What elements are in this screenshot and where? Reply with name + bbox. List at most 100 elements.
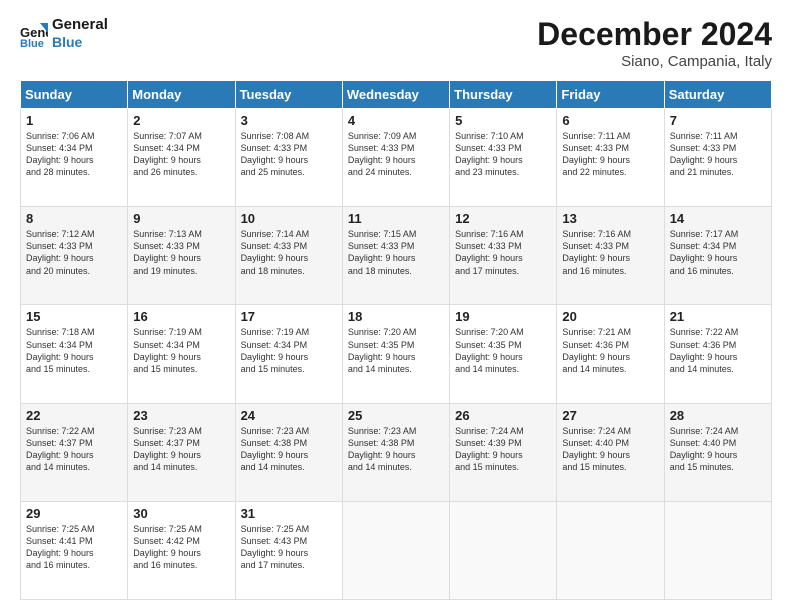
table-row: 20 Sunrise: 7:21 AM Sunset: 4:36 PM Dayli…: [557, 305, 664, 403]
day-number: 1: [26, 113, 122, 128]
day-info: Sunrise: 7:14 AM Sunset: 4:33 PM Dayligh…: [241, 228, 337, 277]
table-row: 27 Sunrise: 7:24 AM Sunset: 4:40 PM Dayli…: [557, 403, 664, 501]
logo-blue: Blue: [52, 34, 108, 51]
day-info: Sunrise: 7:25 AM Sunset: 4:41 PM Dayligh…: [26, 523, 122, 572]
table-row: 18 Sunrise: 7:20 AM Sunset: 4:35 PM Dayli…: [342, 305, 449, 403]
day-number: 27: [562, 408, 658, 423]
logo-icon: General Blue: [20, 19, 48, 47]
day-number: 14: [670, 211, 766, 226]
day-number: 29: [26, 506, 122, 521]
table-row: 23 Sunrise: 7:23 AM Sunset: 4:37 PM Dayli…: [128, 403, 235, 501]
calendar-row: 29 Sunrise: 7:25 AM Sunset: 4:41 PM Dayli…: [21, 501, 772, 599]
day-number: 30: [133, 506, 229, 521]
table-row: 19 Sunrise: 7:20 AM Sunset: 4:35 PM Dayli…: [450, 305, 557, 403]
table-row: 31 Sunrise: 7:25 AM Sunset: 4:43 PM Dayli…: [235, 501, 342, 599]
title-block: December 2024 Siano, Campania, Italy: [537, 16, 772, 70]
day-number: 22: [26, 408, 122, 423]
table-row: 22 Sunrise: 7:22 AM Sunset: 4:37 PM Dayli…: [21, 403, 128, 501]
day-number: 15: [26, 309, 122, 324]
table-row: 26 Sunrise: 7:24 AM Sunset: 4:39 PM Dayli…: [450, 403, 557, 501]
table-row: 3 Sunrise: 7:08 AM Sunset: 4:33 PM Daylig…: [235, 109, 342, 207]
day-info: Sunrise: 7:25 AM Sunset: 4:43 PM Dayligh…: [241, 523, 337, 572]
table-row: 30 Sunrise: 7:25 AM Sunset: 4:42 PM Dayli…: [128, 501, 235, 599]
day-number: 19: [455, 309, 551, 324]
col-sunday: Sunday: [21, 81, 128, 109]
day-info: Sunrise: 7:20 AM Sunset: 4:35 PM Dayligh…: [455, 326, 551, 375]
location: Siano, Campania, Italy: [537, 53, 772, 70]
day-info: Sunrise: 7:10 AM Sunset: 4:33 PM Dayligh…: [455, 130, 551, 179]
day-info: Sunrise: 7:23 AM Sunset: 4:38 PM Dayligh…: [348, 425, 444, 474]
day-info: Sunrise: 7:12 AM Sunset: 4:33 PM Dayligh…: [26, 228, 122, 277]
calendar-header-row: Sunday Monday Tuesday Wednesday Thursday…: [21, 81, 772, 109]
table-row: 8Sunrise: 7:12 AM Sunset: 4:33 PM Daylig…: [21, 207, 128, 305]
col-tuesday: Tuesday: [235, 81, 342, 109]
day-info: Sunrise: 7:06 AM Sunset: 4:34 PM Dayligh…: [26, 130, 122, 179]
day-number: 5: [455, 113, 551, 128]
table-row: [664, 501, 771, 599]
day-number: 21: [670, 309, 766, 324]
day-info: Sunrise: 7:21 AM Sunset: 4:36 PM Dayligh…: [562, 326, 658, 375]
day-number: 13: [562, 211, 658, 226]
day-info: Sunrise: 7:11 AM Sunset: 4:33 PM Dayligh…: [670, 130, 766, 179]
day-info: Sunrise: 7:18 AM Sunset: 4:34 PM Dayligh…: [26, 326, 122, 375]
day-info: Sunrise: 7:16 AM Sunset: 4:33 PM Dayligh…: [455, 228, 551, 277]
day-number: 4: [348, 113, 444, 128]
day-info: Sunrise: 7:24 AM Sunset: 4:40 PM Dayligh…: [562, 425, 658, 474]
table-row: 17Sunrise: 7:19 AM Sunset: 4:34 PM Dayli…: [235, 305, 342, 403]
col-friday: Friday: [557, 81, 664, 109]
day-info: Sunrise: 7:24 AM Sunset: 4:40 PM Dayligh…: [670, 425, 766, 474]
day-number: 23: [133, 408, 229, 423]
table-row: 21 Sunrise: 7:22 AM Sunset: 4:36 PM Dayli…: [664, 305, 771, 403]
table-row: [342, 501, 449, 599]
table-row: 11Sunrise: 7:15 AM Sunset: 4:33 PM Dayli…: [342, 207, 449, 305]
day-info: Sunrise: 7:13 AM Sunset: 4:33 PM Dayligh…: [133, 228, 229, 277]
day-info: Sunrise: 7:25 AM Sunset: 4:42 PM Dayligh…: [133, 523, 229, 572]
table-row: [450, 501, 557, 599]
table-row: 29 Sunrise: 7:25 AM Sunset: 4:41 PM Dayli…: [21, 501, 128, 599]
day-info: Sunrise: 7:17 AM Sunset: 4:34 PM Dayligh…: [670, 228, 766, 277]
day-number: 11: [348, 211, 444, 226]
table-row: 28Sunrise: 7:24 AM Sunset: 4:40 PM Dayli…: [664, 403, 771, 501]
table-row: 2 Sunrise: 7:07 AM Sunset: 4:34 PM Daylig…: [128, 109, 235, 207]
table-row: 6Sunrise: 7:11 AM Sunset: 4:33 PM Daylig…: [557, 109, 664, 207]
table-row: 25 Sunrise: 7:23 AM Sunset: 4:38 PM Dayli…: [342, 403, 449, 501]
day-number: 20: [562, 309, 658, 324]
day-info: Sunrise: 7:24 AM Sunset: 4:39 PM Dayligh…: [455, 425, 551, 474]
day-info: Sunrise: 7:19 AM Sunset: 4:34 PM Dayligh…: [241, 326, 337, 375]
table-row: 16Sunrise: 7:19 AM Sunset: 4:34 PM Dayli…: [128, 305, 235, 403]
day-info: Sunrise: 7:11 AM Sunset: 4:33 PM Dayligh…: [562, 130, 658, 179]
day-number: 26: [455, 408, 551, 423]
calendar-table: Sunday Monday Tuesday Wednesday Thursday…: [20, 80, 772, 600]
table-row: 12 Sunrise: 7:16 AM Sunset: 4:33 PM Dayli…: [450, 207, 557, 305]
col-thursday: Thursday: [450, 81, 557, 109]
day-number: 24: [241, 408, 337, 423]
day-number: 18: [348, 309, 444, 324]
day-info: Sunrise: 7:20 AM Sunset: 4:35 PM Dayligh…: [348, 326, 444, 375]
day-info: Sunrise: 7:22 AM Sunset: 4:37 PM Dayligh…: [26, 425, 122, 474]
table-row: 1 Sunrise: 7:06 AM Sunset: 4:34 PM Daylig…: [21, 109, 128, 207]
day-number: 3: [241, 113, 337, 128]
calendar-row: 22 Sunrise: 7:22 AM Sunset: 4:37 PM Dayli…: [21, 403, 772, 501]
calendar-page: General Blue General Blue December 2024 …: [0, 0, 792, 612]
calendar-row: 8Sunrise: 7:12 AM Sunset: 4:33 PM Daylig…: [21, 207, 772, 305]
table-row: 13 Sunrise: 7:16 AM Sunset: 4:33 PM Dayli…: [557, 207, 664, 305]
table-row: 14 Sunrise: 7:17 AM Sunset: 4:34 PM Dayli…: [664, 207, 771, 305]
table-row: [557, 501, 664, 599]
day-info: Sunrise: 7:22 AM Sunset: 4:36 PM Dayligh…: [670, 326, 766, 375]
day-info: Sunrise: 7:23 AM Sunset: 4:38 PM Dayligh…: [241, 425, 337, 474]
calendar-row: 15 Sunrise: 7:18 AM Sunset: 4:34 PM Dayli…: [21, 305, 772, 403]
col-monday: Monday: [128, 81, 235, 109]
day-number: 2: [133, 113, 229, 128]
day-info: Sunrise: 7:16 AM Sunset: 4:33 PM Dayligh…: [562, 228, 658, 277]
calendar-row: 1 Sunrise: 7:06 AM Sunset: 4:34 PM Daylig…: [21, 109, 772, 207]
day-number: 12: [455, 211, 551, 226]
day-info: Sunrise: 7:07 AM Sunset: 4:34 PM Dayligh…: [133, 130, 229, 179]
day-number: 7: [670, 113, 766, 128]
day-number: 31: [241, 506, 337, 521]
day-number: 10: [241, 211, 337, 226]
day-info: Sunrise: 7:23 AM Sunset: 4:37 PM Dayligh…: [133, 425, 229, 474]
day-number: 25: [348, 408, 444, 423]
col-wednesday: Wednesday: [342, 81, 449, 109]
day-info: Sunrise: 7:08 AM Sunset: 4:33 PM Dayligh…: [241, 130, 337, 179]
table-row: 5 Sunrise: 7:10 AM Sunset: 4:33 PM Daylig…: [450, 109, 557, 207]
